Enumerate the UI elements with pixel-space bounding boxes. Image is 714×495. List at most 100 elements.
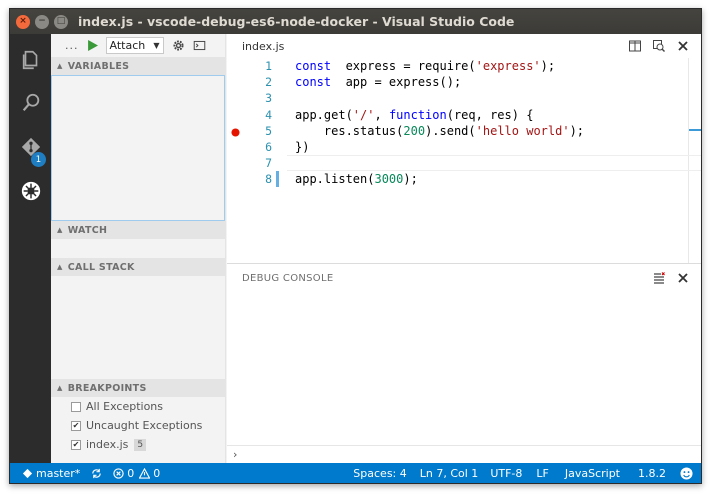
breakpoint-item[interactable]: All Exceptions (51, 397, 225, 416)
sync-icon[interactable] (87, 468, 106, 479)
call-stack-section-title: CALL STACK (67, 261, 135, 273)
variables-section-title: VARIABLES (67, 60, 130, 72)
code-line[interactable]: 5 res.status(200).send('hello world'); (227, 123, 701, 139)
editor-area: index.js 1 const express = require('expre… (227, 34, 701, 263)
line-number: 6 (265, 140, 272, 155)
chevron-down-icon: ▲ (57, 62, 63, 70)
editor-actions (629, 34, 689, 58)
cursor-position-status[interactable]: Ln 7, Col 1 (414, 467, 485, 480)
status-bar-left: master* 0 0 (20, 467, 162, 480)
line-number: 4 (265, 107, 272, 122)
split-editor-icon[interactable] (629, 40, 641, 52)
code-text: }) (295, 140, 310, 155)
close-window-button[interactable]: × (16, 14, 30, 29)
line-number: 8 (265, 172, 272, 187)
chevron-down-icon: ▲ (57, 226, 63, 234)
warning-count: 0 (153, 466, 161, 480)
modified-line-marker (276, 171, 279, 188)
debug-sidebar: ... Attach ▼ ▲ VARIABLES ▲ WATCH ▲ CALL … (51, 34, 226, 463)
language-mode-status[interactable]: JavaScript (557, 467, 628, 480)
close-editor-icon[interactable] (677, 40, 689, 52)
git-changes-badge: 1 (31, 152, 46, 167)
window-controls: × − □ (16, 14, 68, 29)
maximize-window-button[interactable]: □ (54, 14, 68, 29)
warning-icon (139, 467, 151, 479)
code-line[interactable]: 4 app.get('/', function(req, res) { (227, 107, 701, 123)
code-text: app.listen(3000); (295, 172, 418, 187)
code-line[interactable]: 3 (227, 90, 701, 106)
watch-panel (51, 239, 225, 258)
window-title: index.js - vscode-debug-es6-node-docker … (78, 14, 515, 29)
problems-status[interactable]: 0 0 (111, 467, 162, 480)
indentation-status[interactable]: Spaces: 4 (346, 467, 413, 480)
close-panel-icon[interactable] (677, 272, 689, 284)
variables-section-header[interactable]: ▲ VARIABLES (51, 57, 225, 75)
breakpoint-checkbox[interactable]: ✔ (71, 439, 81, 450)
debug-console-panel: DEBUG CONSOLE › (227, 263, 701, 463)
line-number: 7 (265, 156, 272, 171)
breakpoint-item[interactable]: ✔ index.js 5 (51, 435, 225, 454)
breakpoint-line-badge: 5 (134, 438, 147, 451)
status-bar: master* 0 0 Spaces: 4 Ln 7, Col 1 UTF-8 … (10, 463, 701, 483)
title-bar: × − □ index.js - vscode-debug-es6-node-d… (10, 9, 701, 34)
line-number: 1 (265, 59, 272, 74)
breakpoint-label: All Exceptions (86, 400, 163, 413)
panel-header: DEBUG CONSOLE (227, 264, 701, 292)
files-icon[interactable] (10, 43, 51, 77)
error-icon (113, 467, 124, 479)
editor-tab-row: index.js (227, 34, 701, 58)
debug-icon[interactable] (10, 174, 51, 208)
chevron-down-icon: ▲ (57, 263, 63, 271)
breakpoint-label: Uncaught Exceptions (86, 419, 203, 432)
breakpoint-checkbox[interactable]: ✔ (71, 420, 81, 431)
start-debug-icon[interactable] (87, 40, 98, 51)
clear-console-icon[interactable] (653, 272, 665, 284)
breakpoint-dot-icon[interactable] (231, 126, 240, 137)
editor-tab[interactable]: index.js (242, 40, 284, 53)
vscode-window: × − □ index.js - vscode-debug-es6-node-d… (9, 8, 702, 484)
breakpoint-label: index.js (86, 438, 129, 451)
repl-prompt: › (233, 448, 238, 461)
breakpoints-section-title: BREAKPOINTS (67, 382, 147, 394)
code-text: const express = require('express'); (295, 59, 556, 74)
panel-actions (653, 264, 689, 292)
more-actions-button[interactable]: ... (65, 39, 79, 52)
breakpoint-checkbox[interactable] (71, 401, 81, 412)
error-count: 0 (127, 466, 135, 480)
feedback-smiley-icon[interactable] (676, 466, 701, 480)
current-line-highlight (287, 155, 701, 172)
branch-status[interactable]: master* (20, 467, 82, 480)
eol-status[interactable]: LF (528, 467, 556, 480)
code-line[interactable]: 2 const app = express(); (227, 74, 701, 90)
call-stack-section-header[interactable]: ▲ CALL STACK (51, 258, 225, 276)
breakpoint-item[interactable]: ✔ Uncaught Exceptions (51, 416, 225, 435)
repl-input[interactable]: › (227, 445, 701, 463)
variables-panel (51, 75, 225, 221)
code-line[interactable]: 1 const express = require('express'); (227, 58, 701, 74)
chevron-down-icon: ▼ (153, 41, 160, 50)
line-number: 3 (265, 91, 272, 106)
watch-section-header[interactable]: ▲ WATCH (51, 221, 225, 239)
gear-icon[interactable] (172, 39, 185, 52)
console-icon[interactable] (193, 39, 206, 52)
encoding-status[interactable]: UTF-8 (484, 467, 528, 480)
debug-toolbar: ... Attach ▼ (51, 34, 225, 57)
minimize-window-button[interactable]: − (35, 14, 49, 29)
branch-name: master* (36, 466, 81, 480)
call-stack-panel (51, 276, 225, 379)
breakpoints-section-header[interactable]: ▲ BREAKPOINTS (51, 379, 225, 397)
code-line[interactable]: 7 (227, 155, 701, 172)
code-text: app.get('/', function(req, res) { (295, 107, 534, 122)
activity-bar: 1 (10, 34, 51, 463)
panel-title: DEBUG CONSOLE (242, 272, 334, 284)
typescript-version-status[interactable]: 1.8.2 (628, 467, 676, 480)
search-icon[interactable] (10, 86, 51, 120)
code-line[interactable]: 8 app.listen(3000); (227, 171, 701, 188)
open-changes-icon[interactable] (653, 40, 665, 52)
watch-section-title: WATCH (67, 224, 108, 236)
code-editor[interactable]: 1 const express = require('express'); 2 con… (227, 58, 701, 188)
code-text: res.status(200).send('hello world'); (295, 123, 585, 138)
status-bar-right: Spaces: 4 Ln 7, Col 1 UTF-8 LF JavaScrip… (346, 463, 701, 483)
debug-configuration-select[interactable]: Attach ▼ (105, 37, 164, 54)
code-line[interactable]: 6}) (227, 139, 701, 155)
